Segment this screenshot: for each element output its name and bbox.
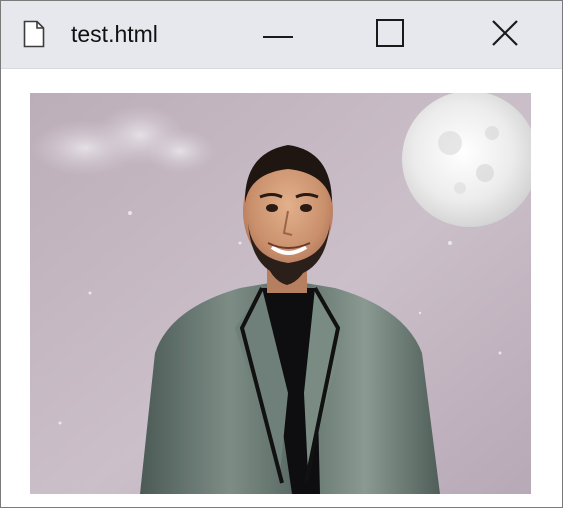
- portrait-photo: [30, 93, 531, 494]
- window-title: test.html: [71, 21, 158, 47]
- page-viewport: [1, 69, 562, 507]
- document-icon: [23, 20, 45, 48]
- maximize-button[interactable]: [358, 11, 422, 59]
- close-icon: [491, 19, 519, 52]
- minimize-button[interactable]: [246, 11, 310, 59]
- browser-window: test.html: [0, 0, 563, 508]
- maximize-icon: [376, 18, 404, 52]
- minimize-icon: [263, 26, 293, 44]
- title-bar[interactable]: test.html: [1, 1, 562, 69]
- close-button[interactable]: [473, 11, 537, 59]
